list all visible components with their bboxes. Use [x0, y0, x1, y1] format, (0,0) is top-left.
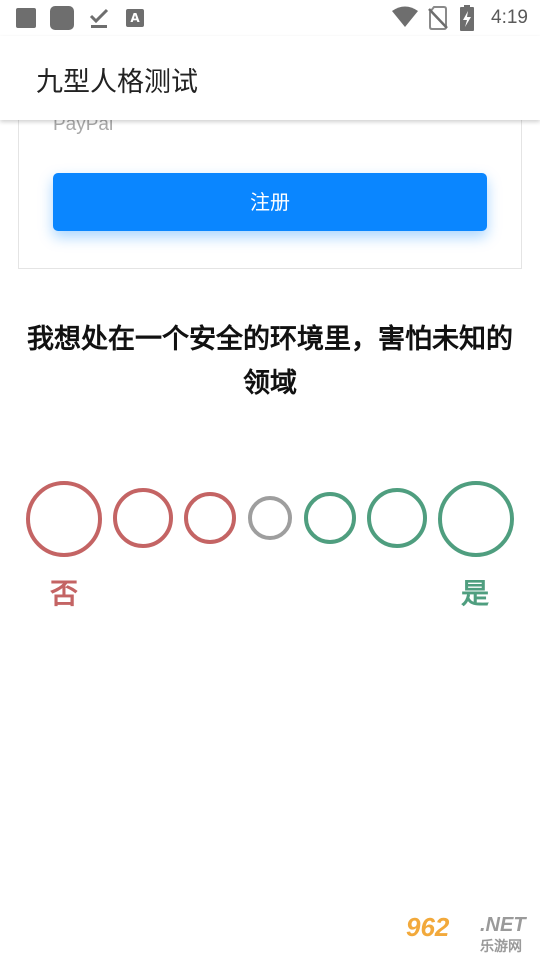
watermark-number: 962 [406, 912, 450, 942]
watermark-name: 乐游网 [480, 939, 522, 955]
status-bar: A 4:19 [0, 0, 540, 36]
no-label: 否 [50, 577, 79, 610]
a-icon: A [126, 9, 144, 27]
notification-square-icon [16, 8, 36, 28]
no-sim-icon [428, 6, 448, 30]
answer-yes[interactable] [367, 488, 427, 548]
wifi-icon [392, 6, 418, 27]
register-button[interactable]: 注册 [53, 173, 487, 231]
app-square-icon [50, 6, 74, 30]
yes-label: 是 [461, 577, 490, 610]
answer-slight-no[interactable] [184, 492, 236, 544]
download-done-icon [89, 8, 109, 28]
battery-charging-icon [460, 5, 474, 31]
answer-strong-no[interactable] [26, 481, 102, 557]
answer-no[interactable] [113, 488, 173, 548]
payment-card: PayPal 注册 [18, 110, 522, 269]
answer-strong-yes[interactable] [438, 481, 514, 557]
clock: 4:19 [491, 7, 528, 28]
watermark-domain: .NET [480, 914, 526, 936]
watermark-logo: 962 .NET 乐游网 [402, 912, 534, 955]
answer-slight-yes[interactable] [304, 492, 356, 544]
app-bar: 九型人格测试 [0, 36, 540, 120]
page-title: 九型人格测试 [36, 67, 198, 98]
answer-neutral[interactable] [248, 496, 292, 540]
question-text: 我想处在一个安全的环境里，害怕未知的领域 [27, 324, 513, 399]
